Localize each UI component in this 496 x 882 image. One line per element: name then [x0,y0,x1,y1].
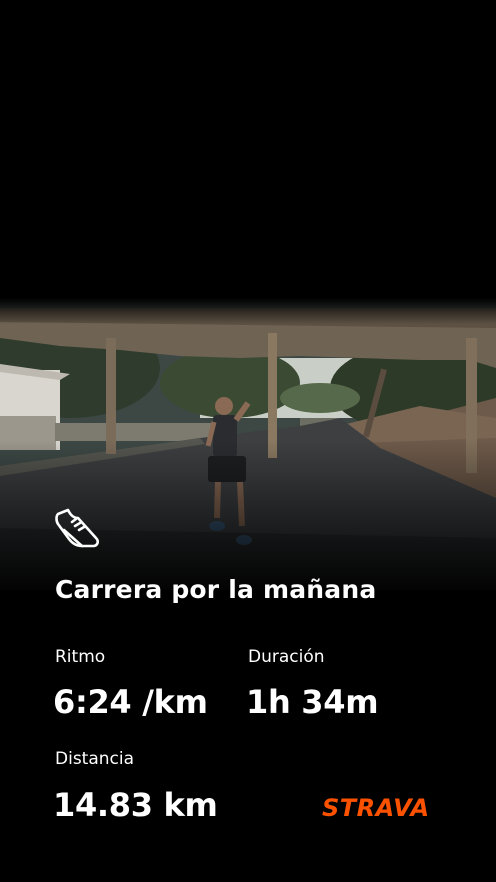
activity-title: Carrera por la mañana [55,575,377,604]
strava-logo: STRAVA [322,794,430,822]
duration-value: 1h 34m [246,683,379,721]
pace-value: 6:24 /km [53,683,208,721]
pace-label: Ritmo [55,647,106,667]
distance-label: Distancia [55,749,135,769]
distance-value: 14.83 km [53,786,218,824]
running-shoe-icon [52,506,102,552]
photo-top-fade [0,298,496,324]
duration-label: Duración [248,647,325,667]
